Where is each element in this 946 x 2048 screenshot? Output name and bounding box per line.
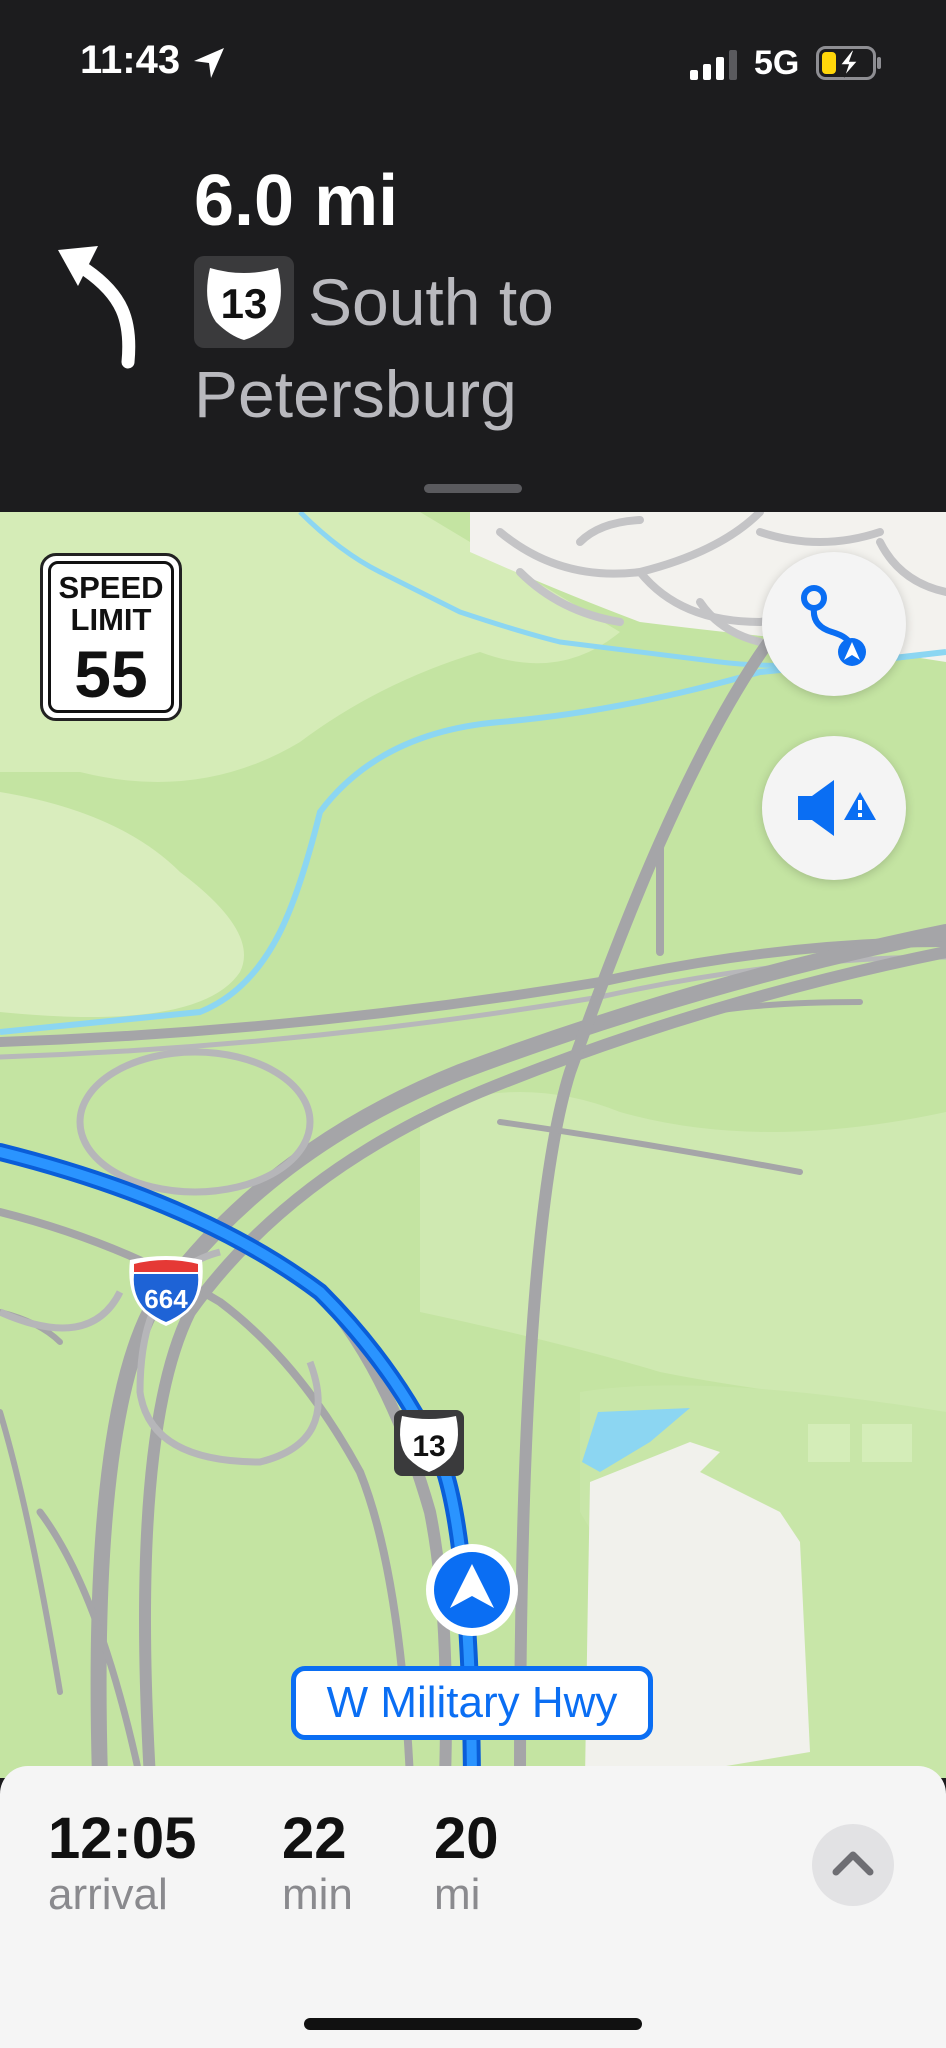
- signal-bars-icon: [690, 50, 737, 80]
- arrival-label: arrival: [48, 1870, 168, 1919]
- maneuver-instruction: 13 South to Petersburg: [194, 256, 894, 440]
- status-bar: 11:43 5G: [0, 0, 946, 120]
- status-time: 11:43: [80, 38, 181, 82]
- navigation-banner[interactable]: 6.0 mi 13 South to Petersburg: [0, 120, 946, 512]
- chevron-up-icon: [832, 1851, 874, 1876]
- battery-charging-icon: [816, 46, 881, 80]
- banner-grabber[interactable]: [424, 484, 522, 493]
- audio-settings-button[interactable]: [762, 736, 906, 880]
- location-arrow-icon: [194, 48, 224, 78]
- speed-limit-line2: LIMIT: [70, 602, 152, 637]
- maneuver-distance: 6.0 mi: [194, 161, 399, 241]
- duration-value: 22: [282, 1806, 347, 1871]
- route-overview-icon: [801, 585, 866, 666]
- arrival-time: 12:05: [48, 1806, 197, 1871]
- home-indicator[interactable]: [304, 2018, 642, 2030]
- speed-limit-value: 55: [74, 637, 148, 711]
- expand-tray-button[interactable]: [812, 1824, 894, 1906]
- trip-summary-tray[interactable]: 12:05 arrival 22 min 20 mi: [0, 1766, 946, 2048]
- us-route-13-shield-icon: 13: [394, 1410, 464, 1476]
- current-location-puck: [426, 1544, 518, 1636]
- network-type: 5G: [754, 44, 800, 82]
- distance-unit: mi: [434, 1870, 481, 1919]
- instruction-line-2: Petersburg: [194, 357, 517, 431]
- speed-limit-line1: SPEED: [58, 570, 164, 605]
- duration-unit: min: [282, 1870, 353, 1919]
- turn-left-arrow-icon: [58, 246, 136, 369]
- speaker-alert-icon: [798, 780, 876, 836]
- distance-value: 20: [434, 1806, 499, 1871]
- current-street-label: W Military Hwy: [291, 1666, 653, 1740]
- distance-metric: 20 mi: [434, 1808, 499, 1920]
- route-overview-button[interactable]: [762, 552, 906, 696]
- instruction-line-1: South to: [308, 265, 554, 339]
- speed-limit-sign: SPEED LIMIT 55: [40, 553, 182, 721]
- route-shield-number: 13: [221, 280, 268, 327]
- map-route-shield-number: 13: [412, 1430, 445, 1463]
- interstate-shield-number: 664: [144, 1284, 188, 1314]
- us-route-shield-icon: 13: [194, 256, 294, 348]
- duration-metric: 22 min: [282, 1808, 353, 1920]
- arrival-metric: 12:05 arrival: [48, 1808, 196, 1920]
